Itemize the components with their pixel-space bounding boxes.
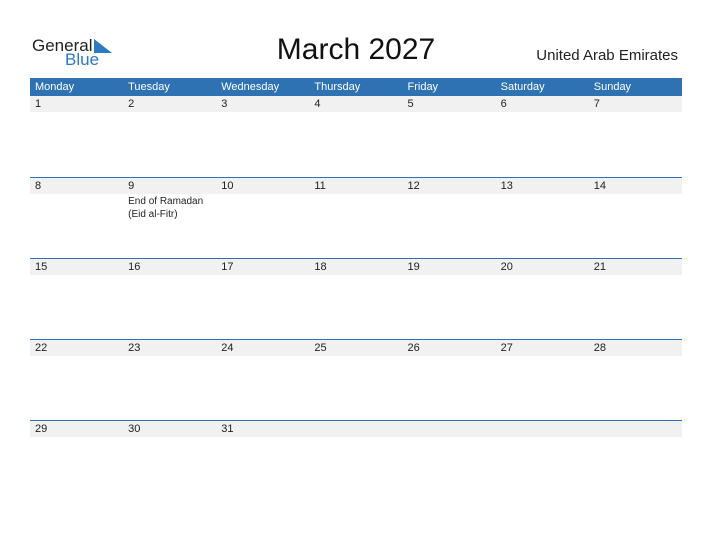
day-number [495,421,589,437]
day-number: 19 [402,259,496,275]
weekday-saturday: Saturday [500,81,545,93]
day-number: 4 [309,96,403,112]
day-cell: 11 [309,178,403,258]
day-number [309,421,403,437]
day-cell: 7 [588,96,682,177]
day-number: 9 [123,178,217,194]
week-row: 22 23 24 25 26 27 28 [30,339,682,420]
day-cell: 6 [495,96,589,177]
day-number: 31 [216,421,310,437]
day-number: 23 [123,340,217,356]
week-row: 29 30 31 [30,420,682,501]
day-cell: 13 [495,178,589,258]
day-number: 21 [588,259,682,275]
day-number: 29 [30,421,124,437]
weekday-monday: Monday [35,81,75,93]
day-cell: 23 [123,340,217,420]
day-cell: 20 [495,259,589,339]
day-cell: 12 [402,178,496,258]
day-cell: 29 [30,421,124,501]
day-number: 8 [30,178,124,194]
day-cell: 21 [588,259,682,339]
day-number: 30 [123,421,217,437]
day-cell: 8 [30,178,124,258]
day-cell: 24 [216,340,310,420]
day-cell: 5 [402,96,496,177]
day-cell: 19 [402,259,496,339]
day-cell: 4 [309,96,403,177]
day-cell: 30 [123,421,217,501]
day-cell [495,421,589,501]
day-cell: 16 [123,259,217,339]
day-number: 15 [30,259,124,275]
day-number: 2 [123,96,217,112]
weekday-friday: Friday [407,81,439,93]
day-cell: 15 [30,259,124,339]
weekday-header: Monday Tuesday Wednesday Thursday Friday Satu… [30,78,682,96]
day-number: 18 [309,259,403,275]
day-number: 25 [309,340,403,356]
day-number: 27 [495,340,589,356]
day-number: 12 [402,178,496,194]
day-number: 24 [216,340,310,356]
day-cell [309,421,403,501]
day-cell: 25 [309,340,403,420]
day-number: 14 [588,178,682,194]
day-number: 28 [588,340,682,356]
day-cell: 1 [30,96,124,177]
week-row: 15 16 17 18 19 20 21 [30,258,682,339]
day-number: 7 [588,96,682,112]
day-number: 16 [123,259,217,275]
day-number: 5 [402,96,496,112]
day-cell: 3 [216,96,310,177]
day-cell: 18 [309,259,403,339]
day-cell: 17 [216,259,310,339]
day-number [402,421,496,437]
day-cell: 26 [402,340,496,420]
weekday-tuesday: Tuesday [128,81,170,93]
day-number: 20 [495,259,589,275]
weekday-sunday: Sunday [593,81,632,93]
week-row: 1234567 [30,96,682,177]
weekday-wednesday: Wednesday [221,81,280,93]
day-number: 26 [402,340,496,356]
day-number: 11 [309,178,403,194]
day-number: 6 [495,96,589,112]
country-label: United Arab Emirates [536,47,678,64]
day-cell [588,421,682,501]
day-number: 17 [216,259,310,275]
day-number [588,421,682,437]
day-number: 10 [216,178,310,194]
day-cell: 31 [216,421,310,501]
calendar-grid: Monday Tuesday Wednesday Thursday Friday Satu… [30,78,682,501]
day-number: 22 [30,340,124,356]
weekday-thursday: Thursday [314,81,361,93]
day-cell: 10 [216,178,310,258]
day-number: 1 [30,96,124,112]
day-cell: 2 [123,96,217,177]
day-cell: 22 [30,340,124,420]
day-cell [402,421,496,501]
day-cell: 28 [588,340,682,420]
week-row: 8 9 End of Ramadan (Eid al-Fitr) 10 11 12 13 14 [30,177,682,258]
day-number: 3 [216,96,310,112]
day-cell: 9 End of Ramadan (Eid al-Fitr) [123,178,217,258]
holiday-event: End of Ramadan (Eid al-Fitr) [128,196,204,220]
day-number: 13 [495,178,589,194]
day-cell: 14 [588,178,682,258]
day-cell: 27 [495,340,589,420]
